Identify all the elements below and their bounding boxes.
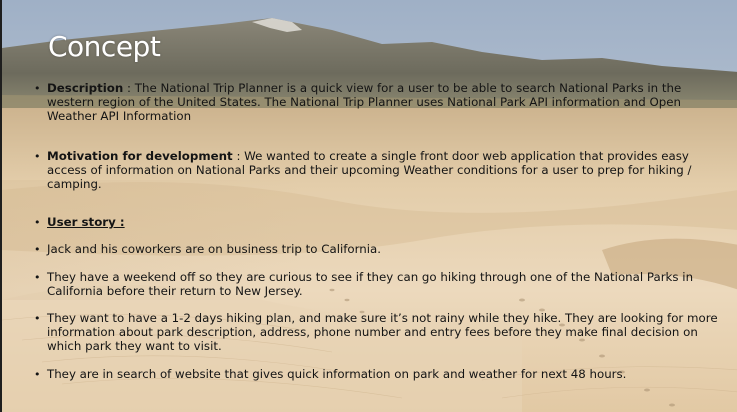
bullet-text: Jack and his coworkers are on business t… [47,242,381,256]
bullet-story-1: • Jack and his coworkers are on business… [32,242,722,257]
bullet-story-4: • They are in search of website that giv… [32,367,722,382]
bullet-dot: • [34,150,41,163]
bullet-dot: • [34,82,41,95]
bullet-dot: • [34,216,41,229]
bullet-text: They want to have a 1-2 days hiking plan… [47,311,718,353]
bullet-dot: • [34,243,41,256]
bullet-dot: • [34,312,41,325]
bullet-motivation: • Motivation for development : We wanted… [32,149,722,191]
bullet-user-story-heading: • User story : [32,215,722,230]
presentation-slide: Concept • Description : The National Tri… [0,0,737,412]
slide-title: Concept [48,30,161,63]
bullet-dot: • [34,271,41,284]
bullet-story-2: • They have a weekend off so they are cu… [32,270,722,299]
bullet-text: : The National Trip Planner is a quick v… [47,81,682,123]
bullet-label: Motivation for development [47,149,233,163]
bullet-text: They are in search of website that gives… [47,367,627,381]
bullet-label: User story : [47,215,125,229]
bullet-description: • Description : The National Trip Planne… [32,81,722,123]
bullet-dot: • [34,368,41,381]
bullet-text: They have a weekend off so they are curi… [47,270,694,298]
bullet-label: Description [47,81,124,95]
bullet-story-3: • They want to have a 1-2 days hiking pl… [32,311,722,353]
